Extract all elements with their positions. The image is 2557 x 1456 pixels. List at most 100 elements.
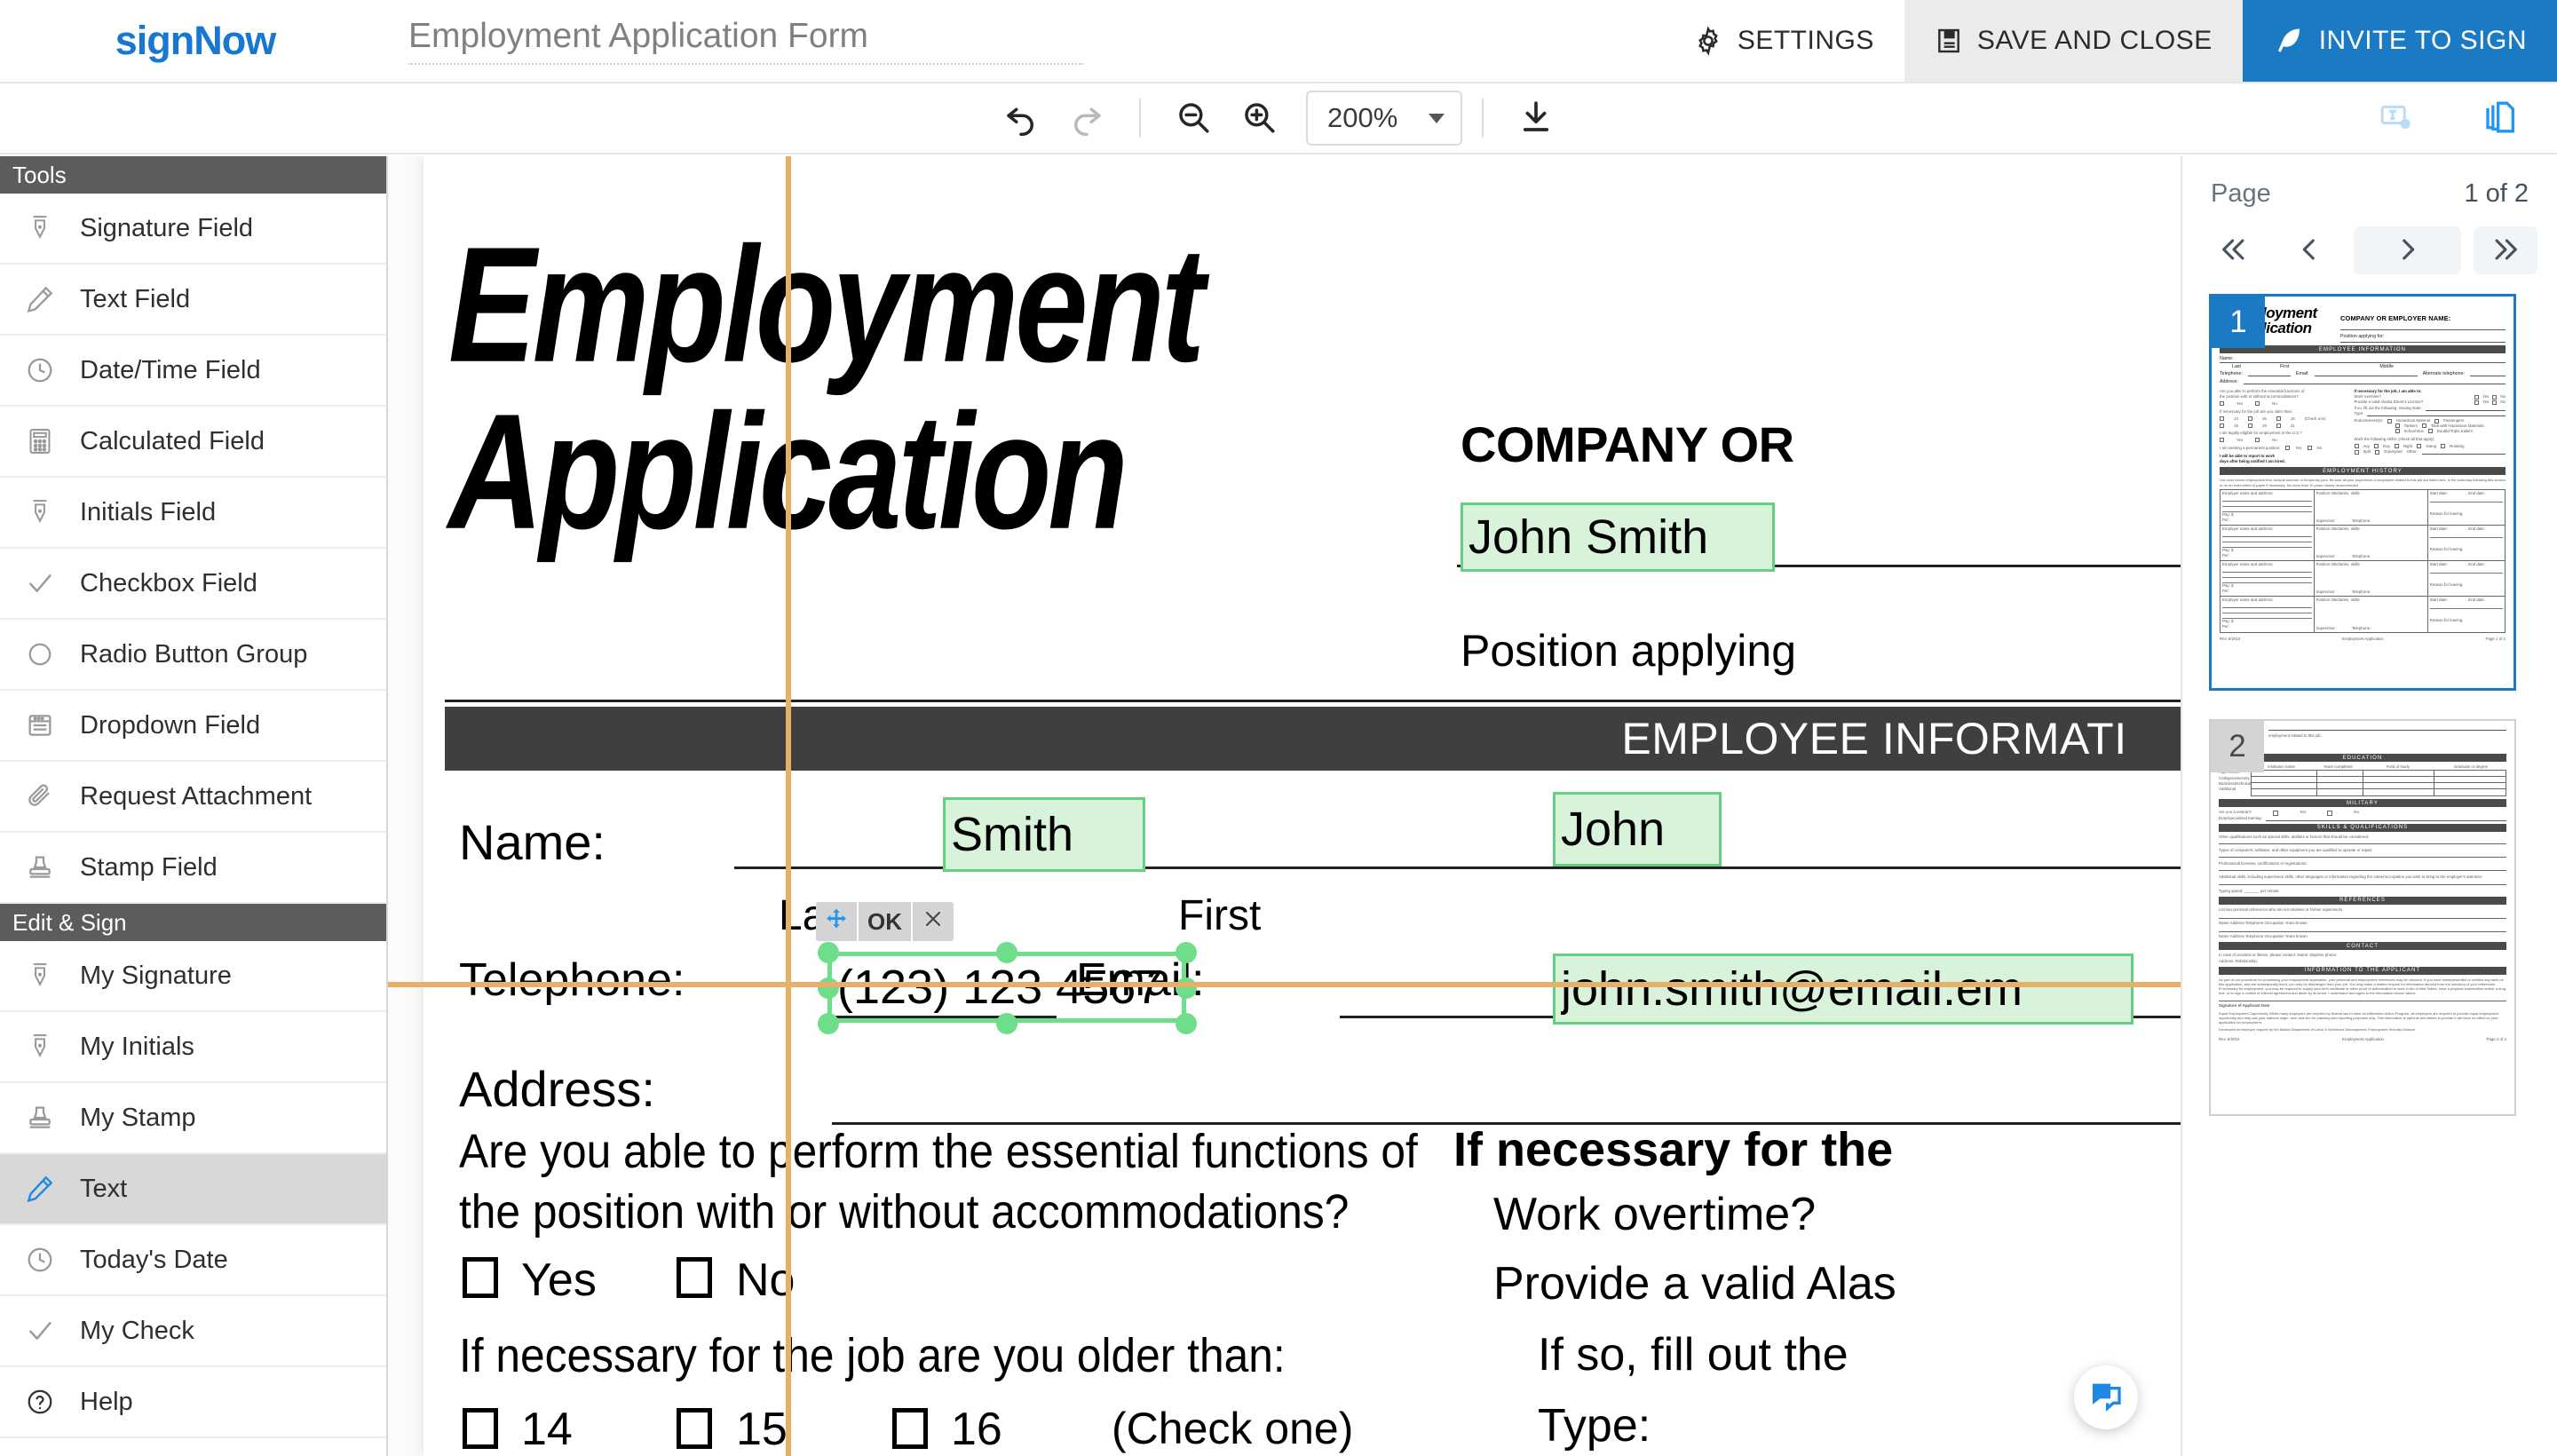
checkbox-no[interactable] [677,1257,712,1298]
resize-handle-s[interactable] [996,1013,1017,1034]
email-field[interactable]: john.smith@email.em [1553,954,2133,1025]
chevron-double-right-icon [2490,234,2521,267]
document-canvas[interactable]: Employment Application COMPANY OR Positi… [388,156,2181,1456]
comment-bubble-icon [2088,1378,2124,1418]
stamp-icon [23,1104,57,1132]
page-thumbnail-2[interactable]: 2 employment related to this job: EDUCAT… [2209,719,2516,1116]
thumbnail-list: 1 loyment lication COMPANY OR EMPLOYER N… [2182,294,2557,1116]
sidebar-item-label: My Stamp [80,1104,196,1133]
name-label: Name: [459,813,606,871]
invite-to-sign-label: INVITE TO SIGN [2319,26,2527,56]
page-thumbnail-1[interactable]: 1 loyment lication COMPANY OR EMPLOYER N… [2209,294,2516,691]
zoom-in-button[interactable] [1226,90,1292,146]
editor-toolbar: 200% [0,83,2557,154]
age-14-label: 14 [521,1403,573,1456]
zoom-out-button[interactable] [1160,90,1226,146]
sidebar-item-request-attachment[interactable]: Request Attachment [0,762,386,833]
signnow-logo[interactable]: signNow [0,0,391,82]
resize-handle-se[interactable] [1176,1013,1197,1034]
thumb1-q2: If necessary for the job are you older t… [2220,409,2348,415]
sidebar-item-text-field[interactable]: Text Field [0,265,386,336]
gear-icon [1693,26,1723,56]
thumb2-i5: Developed at employer request by the Ala… [2219,1027,2506,1033]
first-name-field[interactable]: John [1553,792,1722,866]
first-page-button[interactable] [2202,226,2266,274]
sidebar-item-text[interactable]: Text [0,1154,386,1225]
sidebar-item-my-stamp[interactable]: My Stamp [0,1083,386,1154]
save-and-close-button[interactable]: SAVE AND CLOSE [1904,0,2243,82]
resize-handle-sw[interactable] [818,1013,839,1034]
thumb1-history-note: List most recent employment first. Inclu… [2220,478,2506,487]
app-header: signNow SETTINGS [0,0,2557,83]
last-page-button[interactable] [2474,226,2537,274]
thumb1-q1b: the position with or without accommodati… [2220,394,2348,400]
doc-title-line-1: Employment [448,211,1201,400]
company-name-field[interactable]: John Smith [1461,502,1775,572]
sidebar-item-checkbox-field[interactable]: Checkbox Field [0,549,386,620]
checkbox-age-14[interactable] [463,1408,498,1449]
sidebar-item-my-signature[interactable]: My Signature [0,941,386,1012]
thumb1-company: COMPANY OR EMPLOYER NAME: [2340,314,2506,322]
toolbar-divider-2 [1482,99,1484,138]
resize-handle-nw[interactable] [818,942,839,963]
sidebar-item-label: Help [80,1388,133,1417]
sidebar-item-help[interactable]: Help [0,1367,386,1438]
pencil-icon [23,285,57,313]
company-label: COMPANY OR [1461,415,1794,473]
sidebar-item-signature-field[interactable]: Signature Field [0,194,386,265]
sidebar-item-calculated-field[interactable]: Calculated Field [0,407,386,478]
thumb1-name: Name: [2220,356,2506,361]
thumb2-s2: Types of computers, software, and other … [2219,848,2506,853]
download-button[interactable] [1503,90,1569,146]
sidebar-item-date-time-field[interactable]: Date/Time Field [0,336,386,407]
toolbar-center-group: 200% [988,90,1569,146]
pen-nib-icon [23,498,57,526]
document-title-wrap [391,0,1083,82]
resize-handle-n[interactable] [996,942,1017,963]
pages-button[interactable] [2468,90,2534,146]
previous-page-button[interactable] [2278,226,2342,274]
check-one-label: (Check one) [1112,1403,1353,1454]
telephone-label: Telephone: [459,954,685,1007]
checkbox-age-15[interactable] [677,1408,712,1449]
comments-fab-button[interactable] [2074,1365,2138,1429]
thumb2-band-references: REFERENCES [2219,897,2506,905]
thumb2-m3: No [2354,810,2359,815]
sidebar-item-my-check[interactable]: My Check [0,1296,386,1367]
checkbox-yes[interactable] [463,1257,498,1298]
sidebar-item-radio-button-group[interactable]: Radio Button Group [0,620,386,691]
sidebar-item-my-initials[interactable]: My Initials [0,1012,386,1083]
redo-button[interactable] [1054,90,1120,146]
sidebar-item-initials-field[interactable]: Initials Field [0,478,386,549]
thumb1-col5: Reason for leaving: [2430,511,2464,516]
sidebar-item-stamp-field[interactable]: Stamp Field [0,833,386,904]
right-column-line-1: Work overtime? [1493,1188,1816,1241]
sidebar-item-dropdown-field[interactable]: Dropdown Field [0,691,386,762]
sidebar-item-label: Radio Button Group [80,640,307,669]
invite-to-sign-button[interactable]: INVITE TO SIGN [2243,0,2557,82]
settings-button[interactable]: SETTINGS [1663,0,1904,82]
undo-button[interactable] [988,90,1054,146]
page-thumbnail-preview: loyment lication COMPANY OR EMPLOYER NAM… [2212,297,2513,688]
checkbox-age-16[interactable] [892,1408,928,1449]
thumb2-s1: Other qualifications such as special ski… [2219,835,2506,840]
document-title-input[interactable] [408,17,1083,65]
resize-handle-ne[interactable] [1176,942,1197,963]
next-page-button[interactable] [2354,226,2461,274]
document-page-1[interactable]: Employment Application COMPANY OR Positi… [424,156,2181,1456]
dropdown-list-icon [23,711,57,740]
thumb1-q4: I am seeking a permanent position: [2220,446,2280,451]
field-settings-button[interactable] [2363,90,2429,146]
field-move-handle[interactable] [816,902,859,941]
field-close-button[interactable] [913,902,954,941]
resize-handle-e[interactable] [1176,977,1197,999]
zoom-level-select[interactable]: 200% [1306,91,1462,146]
sidebar-section-edit-and-sign: Edit & Sign [0,904,386,941]
last-name-field[interactable]: Smith [943,797,1145,872]
sidebar-item-todays-date[interactable]: Today's Date [0,1225,386,1296]
thumb1-per: Per: [2222,518,2312,523]
thumb1-last: Last [2232,364,2241,369]
signnow-document-editor: signNow SETTINGS [0,0,2557,1456]
field-ok-button[interactable]: OK [859,902,913,941]
resize-handle-w[interactable] [818,977,839,999]
